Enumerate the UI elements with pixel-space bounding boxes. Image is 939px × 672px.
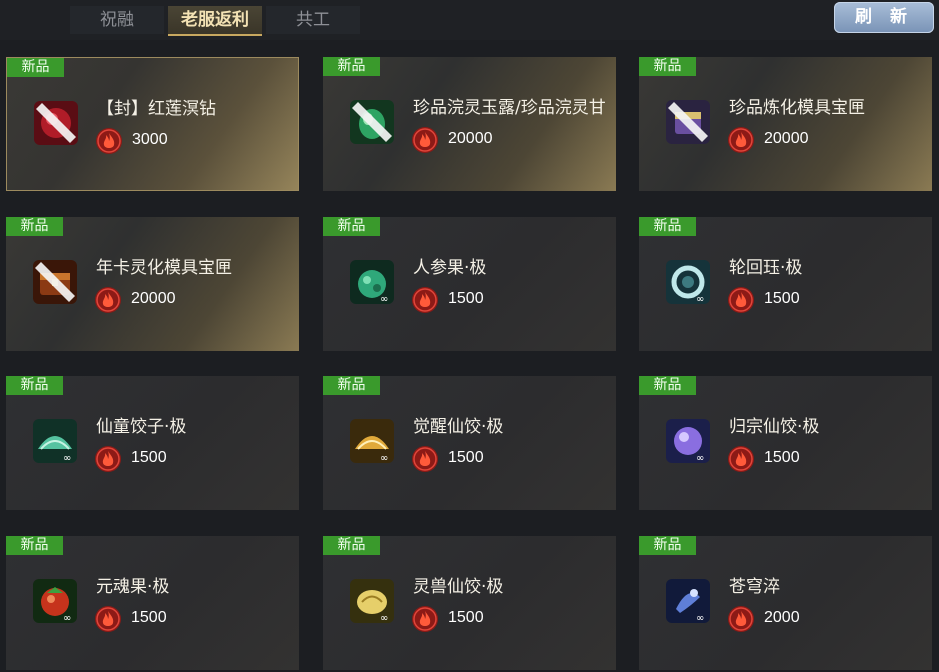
item-name: 灵兽仙饺·极 — [413, 577, 504, 596]
golden-dumpling-icon[interactable]: ∞ — [350, 419, 394, 463]
new-item-badge: 新品 — [639, 57, 696, 76]
new-item-badge: 新品 — [6, 536, 63, 555]
new-item-badge: 新品 — [639, 376, 696, 395]
item-price: 1500 — [764, 290, 800, 307]
fire-coin-icon — [727, 126, 755, 154]
svg-text:∞: ∞ — [696, 453, 704, 463]
fire-coin-icon — [727, 605, 755, 633]
item-name: 人参果·极 — [413, 258, 487, 277]
shop-item-card[interactable]: 新品 ∞ 人参果·极 1500 — [323, 217, 616, 351]
tab-zhurong[interactable]: 祝融 — [70, 6, 164, 34]
jade-ring-icon[interactable]: ∞ — [666, 260, 710, 304]
item-name: 珍品炼化模具宝匣 — [729, 98, 865, 117]
item-price: 1500 — [448, 609, 484, 626]
sealed-red-gem-icon[interactable] — [34, 101, 78, 145]
svg-text:∞: ∞ — [696, 613, 704, 623]
item-name: 轮回珏·极 — [729, 258, 803, 277]
tab-gonggong[interactable]: 共工 — [266, 6, 360, 34]
fire-coin-icon — [727, 286, 755, 314]
item-name: 珍品浣灵玉露/珍品浣灵甘 — [413, 98, 606, 117]
item-price: 1500 — [131, 609, 167, 626]
new-item-badge: 新品 — [323, 536, 380, 555]
shop-item-card[interactable]: 新品珍品浣灵玉露/珍品浣灵甘 20000 — [323, 57, 616, 191]
item-price: 1500 — [764, 449, 800, 466]
sealed-jade-bottle-icon[interactable] — [350, 100, 394, 144]
item-name: 觉醒仙饺·极 — [413, 417, 504, 436]
new-item-badge: 新品 — [323, 217, 380, 236]
svg-text:∞: ∞ — [380, 294, 388, 304]
item-name: 仙童饺子·极 — [96, 417, 187, 436]
tab-old-server-rebate[interactable]: 老服返利 — [168, 6, 262, 36]
svg-text:∞: ∞ — [380, 453, 388, 463]
item-price: 2000 — [764, 609, 800, 626]
fire-coin-icon — [727, 445, 755, 473]
shop-item-card[interactable]: 新品 ∞ 仙童饺子·极 1500 — [6, 376, 299, 510]
new-item-badge: 新品 — [323, 57, 380, 76]
shop-item-card[interactable]: 新品 ∞ 归宗仙饺·极 1500 — [639, 376, 932, 510]
fire-coin-icon — [94, 445, 122, 473]
shop-item-card[interactable]: 新品 ∞ 元魂果·极 1500 — [6, 536, 299, 670]
fire-coin-icon — [94, 605, 122, 633]
fire-coin-icon — [94, 286, 122, 314]
svg-text:∞: ∞ — [696, 294, 704, 304]
fire-coin-icon — [411, 445, 439, 473]
fire-coin-icon — [95, 127, 123, 155]
purple-dumpling-icon[interactable]: ∞ — [666, 419, 710, 463]
item-price: 1500 — [448, 290, 484, 307]
sky-temper-icon[interactable]: ∞ — [666, 579, 710, 623]
svg-text:∞: ∞ — [380, 613, 388, 623]
sealed-chest-icon[interactable] — [33, 260, 77, 304]
item-price: 1500 — [448, 449, 484, 466]
new-item-badge: 新品 — [6, 217, 63, 236]
shop-item-card[interactable]: 新品 ∞ 轮回珏·极 1500 — [639, 217, 932, 351]
red-soul-fruit-icon[interactable]: ∞ — [33, 579, 77, 623]
new-item-badge: 新品 — [6, 376, 63, 395]
shop-item-card[interactable]: 新品年卡灵化模具宝匣 20000 — [6, 217, 299, 351]
shop-item-card[interactable]: 新品珍品炼化模具宝匣 20000 — [639, 57, 932, 191]
item-price: 20000 — [448, 130, 493, 147]
shop-item-card[interactable]: 新品 ∞ 灵兽仙饺·极 1500 — [323, 536, 616, 670]
item-price: 1500 — [131, 449, 167, 466]
shop-item-card[interactable]: 新品【封】红莲溟钻 3000 — [6, 57, 299, 191]
new-item-badge: 新品 — [639, 217, 696, 236]
fire-coin-icon — [411, 126, 439, 154]
svg-text:∞: ∞ — [63, 613, 71, 623]
item-price: 3000 — [132, 131, 168, 148]
new-item-badge: 新品 — [7, 58, 64, 77]
new-item-badge: 新品 — [639, 536, 696, 555]
sealed-mold-box-icon[interactable] — [666, 100, 710, 144]
beast-dumpling-icon[interactable]: ∞ — [350, 579, 394, 623]
new-item-badge: 新品 — [323, 376, 380, 395]
fire-coin-icon — [411, 605, 439, 633]
item-name: 元魂果·极 — [96, 577, 170, 596]
refresh-button[interactable]: 刷 新 — [834, 2, 934, 33]
ginseng-fruit-icon[interactable]: ∞ — [350, 260, 394, 304]
svg-text:∞: ∞ — [63, 453, 71, 463]
item-name: 【封】红莲溟钻 — [97, 99, 216, 118]
item-price: 20000 — [764, 130, 809, 147]
fire-coin-icon — [411, 286, 439, 314]
shop-item-card[interactable]: 新品 ∞ 苍穹淬 2000 — [639, 536, 932, 670]
shop-item-card[interactable]: 新品 ∞ 觉醒仙饺·极 1500 — [323, 376, 616, 510]
green-dumpling-icon[interactable]: ∞ — [33, 419, 77, 463]
item-name: 归宗仙饺·极 — [729, 417, 820, 436]
item-name: 年卡灵化模具宝匣 — [96, 258, 232, 277]
item-price: 20000 — [131, 290, 176, 307]
item-name: 苍穹淬 — [729, 577, 780, 596]
